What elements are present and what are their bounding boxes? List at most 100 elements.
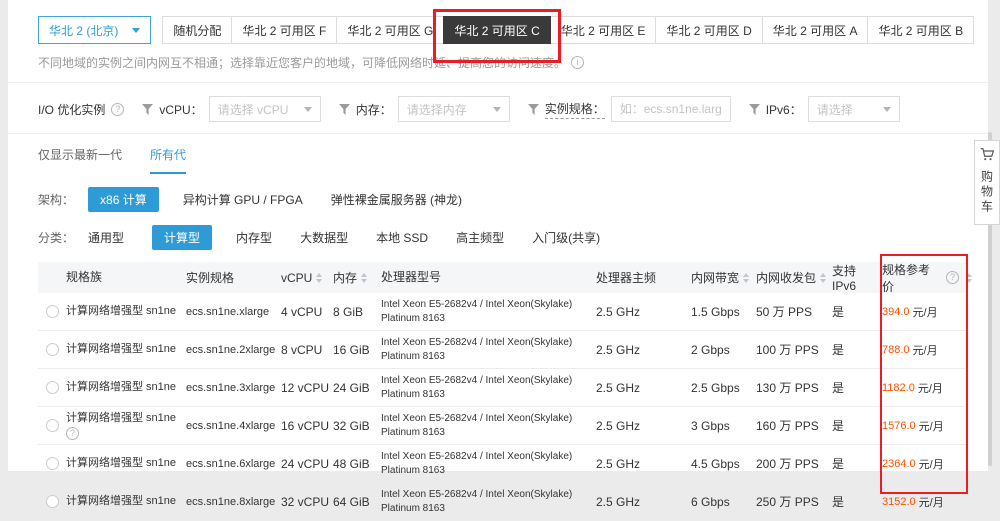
- cell-bandwidth: 4.5 Gbps: [691, 457, 756, 471]
- cell-family: 计算网络增强型 sn1ne: [66, 456, 186, 470]
- help-icon[interactable]: [946, 271, 959, 284]
- cat-option-memory[interactable]: 内存型: [236, 229, 272, 246]
- instance-picker-panel: 华北 2 (北京) 随机分配 华北 2 可用区 F 华北 2 可用区 G 华北 …: [8, 0, 988, 471]
- cart-panel[interactable]: 购物车: [974, 140, 1000, 225]
- ipv6-select[interactable]: 请选择: [808, 96, 900, 122]
- radio-icon[interactable]: [46, 457, 59, 470]
- vcpu-filter: vCPU： 请选择 vCPU: [142, 96, 320, 122]
- cell-pps: 50 万 PPS: [756, 303, 832, 320]
- cat-option-highfreq[interactable]: 高主频型: [456, 229, 504, 246]
- funnel-icon: [142, 104, 153, 115]
- header-spec: 实例规格: [186, 269, 281, 286]
- table-row[interactable]: 计算网络增强型 sn1ne ecs.sn1ne.2xlarge 8 vCPU 1…: [38, 331, 968, 369]
- cell-cpu-model: Intel Xeon E5-2682v4 / Intel Xeon(Skylak…: [381, 412, 596, 439]
- cell-price: 1182.0元/月: [882, 380, 972, 396]
- cat-option-entry[interactable]: 入门级(共享): [532, 229, 600, 246]
- cell-bandwidth: 2.5 Gbps: [691, 381, 756, 395]
- cell-family: 计算网络增强型 sn1ne: [66, 494, 186, 508]
- cell-memory: 48 GiB: [333, 457, 381, 471]
- cat-option-localssd[interactable]: 本地 SSD: [376, 229, 428, 246]
- info-icon[interactable]: [571, 56, 584, 69]
- cell-cpu-freq: 2.5 GHz: [596, 343, 691, 357]
- io-optimized-label: I/O 优化实例: [38, 101, 105, 118]
- filter-row: I/O 优化实例 vCPU： 请选择 vCPU 内存： 请选择内存 实例规格：: [38, 96, 988, 122]
- cell-memory: 8 GiB: [333, 305, 381, 319]
- row-radio-cell: [38, 381, 66, 394]
- radio-icon[interactable]: [46, 305, 59, 318]
- table-row[interactable]: 计算网络增强型 sn1ne ecs.sn1ne.6xlarge 24 vCPU …: [38, 445, 968, 483]
- cell-cpu-model: Intel Xeon E5-2682v4 / Intel Xeon(Skylak…: [381, 374, 596, 401]
- category-label: 分类：: [38, 229, 74, 246]
- zone-tab-d[interactable]: 华北 2 可用区 D: [655, 16, 762, 44]
- memory-select[interactable]: 请选择内存: [398, 96, 510, 122]
- cell-ipv6: 是: [832, 493, 882, 510]
- cell-ipv6: 是: [832, 417, 882, 434]
- header-cpu-model: 处理器型号: [381, 269, 596, 285]
- cart-label: 购物车: [979, 170, 996, 215]
- architecture-label: 架构：: [38, 191, 74, 208]
- memory-filter-label: 内存：: [356, 101, 392, 118]
- help-icon[interactable]: [66, 427, 79, 440]
- cell-memory: 32 GiB: [333, 419, 381, 433]
- zone-tab-a[interactable]: 华北 2 可用区 A: [762, 16, 869, 44]
- table-row[interactable]: 计算网络增强型 sn1ne ecs.sn1ne.4xlarge 16 vCPU …: [38, 407, 968, 445]
- radio-icon[interactable]: [46, 381, 59, 394]
- vcpu-select[interactable]: 请选择 vCPU: [209, 96, 321, 122]
- cell-ipv6: 是: [832, 455, 882, 472]
- zone-tab-c-selected[interactable]: 华北 2 可用区 C: [443, 16, 550, 44]
- header-price: 规格参考价: [882, 261, 972, 295]
- ipv6-filter: IPv6： 请选择: [749, 96, 900, 122]
- cell-spec: ecs.sn1ne.6xlarge: [186, 458, 281, 470]
- ipv6-filter-label: IPv6：: [766, 101, 802, 118]
- region-select[interactable]: 华北 2 (北京): [38, 16, 151, 44]
- sort-icon[interactable]: [820, 270, 826, 286]
- help-icon[interactable]: [111, 103, 124, 116]
- cell-spec: ecs.sn1ne.4xlarge: [186, 420, 281, 432]
- header-memory: 内存: [333, 269, 381, 286]
- radio-icon[interactable]: [46, 495, 59, 508]
- sort-icon[interactable]: [966, 270, 972, 286]
- cat-option-general[interactable]: 通用型: [88, 229, 124, 246]
- zone-tab-f[interactable]: 华北 2 可用区 F: [231, 16, 337, 44]
- instance-table: 规格族 实例规格 vCPU 内存 处理器型号 处理器主频 内网带宽 内网收发包 …: [38, 262, 968, 521]
- cell-pps: 250 万 PPS: [756, 493, 832, 510]
- zone-tab-e[interactable]: 华北 2 可用区 E: [550, 16, 657, 44]
- arch-option-gpu-fpga[interactable]: 异构计算 GPU / FPGA: [183, 191, 303, 208]
- cell-pps: 130 万 PPS: [756, 379, 832, 396]
- spec-filter: 实例规格：: [528, 96, 731, 122]
- header-cpu-freq: 处理器主频: [596, 269, 691, 286]
- cell-vcpu: 8 vCPU: [281, 343, 333, 357]
- sort-icon[interactable]: [361, 270, 367, 286]
- zone-tab-random[interactable]: 随机分配: [162, 16, 232, 44]
- cell-cpu-freq: 2.5 GHz: [596, 419, 691, 433]
- arch-option-x86[interactable]: x86 计算: [88, 187, 159, 212]
- table-row[interactable]: 计算网络增强型 sn1ne ecs.sn1ne.8xlarge 32 vCPU …: [38, 483, 968, 521]
- zone-tab-g[interactable]: 华北 2 可用区 G: [336, 16, 444, 44]
- sort-icon[interactable]: [743, 270, 749, 286]
- header-bandwidth: 内网带宽: [691, 269, 756, 286]
- sort-icon[interactable]: [316, 270, 322, 286]
- cell-vcpu: 12 vCPU: [281, 381, 333, 395]
- table-header-row: 规格族 实例规格 vCPU 内存 处理器型号 处理器主频 内网带宽 内网收发包 …: [38, 262, 968, 293]
- io-optimized-label-group: I/O 优化实例: [38, 101, 124, 118]
- spec-input[interactable]: [611, 96, 731, 122]
- zone-tab-b[interactable]: 华北 2 可用区 B: [867, 16, 974, 44]
- region-select-label: 华北 2 (北京): [49, 22, 118, 39]
- cell-spec: ecs.sn1ne.xlarge: [186, 306, 281, 318]
- radio-icon[interactable]: [46, 343, 59, 356]
- arch-option-baremetal[interactable]: 弹性裸金属服务器 (神龙): [331, 191, 462, 208]
- table-row[interactable]: 计算网络增强型 sn1ne ecs.sn1ne.3xlarge 12 vCPU …: [38, 369, 968, 407]
- cat-option-compute[interactable]: 计算型: [152, 225, 212, 250]
- cell-memory: 24 GiB: [333, 381, 381, 395]
- category-row: 分类： 通用型 计算型 内存型 大数据型 本地 SSD 高主频型 入门级(共享): [38, 225, 988, 250]
- memory-filter: 内存： 请选择内存: [339, 96, 510, 122]
- radio-icon[interactable]: [46, 419, 59, 432]
- cell-cpu-freq: 2.5 GHz: [596, 495, 691, 509]
- cat-option-bigdata[interactable]: 大数据型: [300, 229, 348, 246]
- cell-family: 计算网络增强型 sn1ne: [66, 411, 186, 440]
- cell-ipv6: 是: [832, 379, 882, 396]
- tab-latest-generation[interactable]: 仅显示最新一代: [38, 146, 122, 174]
- table-row[interactable]: 计算网络增强型 sn1ne ecs.sn1ne.xlarge 4 vCPU 8 …: [38, 293, 968, 331]
- tab-all-generations[interactable]: 所有代: [150, 146, 186, 174]
- cell-family: 计算网络增强型 sn1ne: [66, 304, 186, 318]
